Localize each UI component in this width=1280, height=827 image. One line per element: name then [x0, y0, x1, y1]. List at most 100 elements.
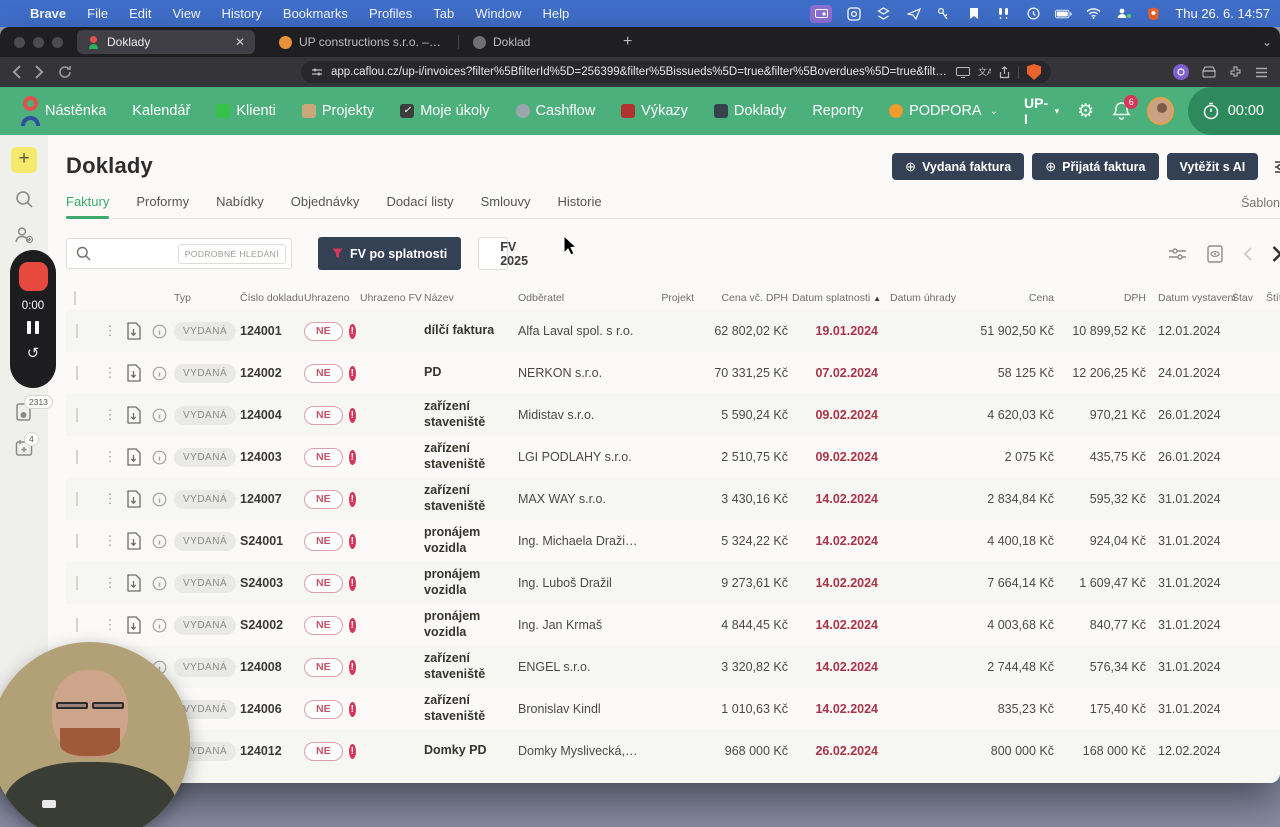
site-settings-icon[interactable]: [311, 67, 323, 77]
tab-list-chevron-icon[interactable]: ⌄: [1262, 35, 1272, 49]
brave-shield-icon[interactable]: 9: [1027, 64, 1041, 80]
advanced-search-button[interactable]: PODROBNÉ HLEDÁNÍ: [177, 243, 286, 264]
download-document-icon[interactable]: [120, 322, 146, 340]
record-icon[interactable]: [1025, 6, 1042, 21]
col-cena-vc-dph[interactable]: Cena vč. DPH: [696, 292, 790, 304]
wifi-icon[interactable]: [1085, 6, 1102, 21]
browser-menu-icon[interactable]: [1255, 67, 1268, 78]
invoice-number[interactable]: 124003: [238, 450, 302, 464]
paid-status-badge[interactable]: NE: [304, 657, 343, 677]
close-tab-icon[interactable]: ✕: [235, 35, 245, 49]
col-datum-vystaveni[interactable]: Datum vystavení: [1148, 292, 1236, 304]
voice-icon[interactable]: [995, 6, 1012, 21]
brave-menubar-icon[interactable]: [1145, 6, 1162, 21]
address-bar[interactable]: app.caflou.cz/up-i/invoices?filter%5Bfil…: [301, 61, 1051, 83]
invoice-name[interactable]: zařízení staveniště: [422, 483, 516, 514]
row-menu-icon[interactable]: ⋮: [100, 491, 120, 507]
nav-item-doklady[interactable]: Doklady: [713, 103, 786, 119]
camera-hub-icon[interactable]: [845, 6, 862, 21]
paid-status-badge[interactable]: NE: [304, 405, 343, 425]
invoice-name[interactable]: pronájem vozidla: [422, 525, 516, 556]
invoice-number[interactable]: S24003: [238, 576, 302, 590]
paid-status-badge[interactable]: NE: [304, 321, 343, 341]
col-uhrazeno[interactable]: Uhrazeno: [302, 292, 358, 304]
settings-gear-icon[interactable]: ⚙: [1077, 100, 1094, 123]
zoom-window-icon[interactable]: [52, 36, 63, 48]
column-settings-icon[interactable]: [1168, 247, 1187, 261]
customer[interactable]: Ing. Luboš Dražil: [516, 576, 640, 590]
row-checkbox[interactable]: [76, 366, 78, 380]
menubar-item[interactable]: History: [221, 6, 261, 21]
invoice-number[interactable]: 124004: [238, 408, 302, 422]
nav-item-klienti[interactable]: Klienti: [216, 103, 276, 119]
customer[interactable]: Bronislav Kindl: [516, 702, 640, 716]
restart-recording-icon[interactable]: ↺: [27, 344, 40, 362]
invoice-number[interactable]: 124008: [238, 660, 302, 674]
col-odberatel[interactable]: Odběratel: [516, 292, 640, 304]
info-icon[interactable]: [146, 534, 172, 549]
customer[interactable]: NERKON s.r.o.: [516, 366, 640, 380]
pause-recording-button[interactable]: [27, 321, 39, 334]
back-button[interactable]: [12, 65, 21, 79]
prev-page-icon[interactable]: [1243, 246, 1252, 261]
row-checkbox[interactable]: [76, 450, 78, 464]
notifications-bell[interactable]: 6: [1112, 95, 1139, 121]
extensions-icon[interactable]: [1229, 65, 1242, 79]
nav-item-moje-koly[interactable]: Moje úkoly: [400, 103, 490, 119]
download-document-icon[interactable]: [120, 364, 146, 382]
col-cena[interactable]: Cena: [948, 292, 1056, 304]
customer[interactable]: ENGEL s.r.o.: [516, 660, 640, 674]
info-icon[interactable]: [146, 450, 172, 465]
screen-sharing-icon[interactable]: [810, 4, 833, 23]
invoice-name[interactable]: zařízení staveniště: [422, 399, 516, 430]
row-checkbox[interactable]: [76, 408, 78, 422]
row-menu-icon[interactable]: ⋮: [100, 533, 120, 549]
table-row[interactable]: ⋮ VYDANÁ S24003 NE! pronájem vozidla Ing. Lub…: [66, 562, 1280, 604]
forward-button[interactable]: [35, 65, 44, 79]
next-page-icon[interactable]: [1272, 245, 1280, 262]
table-row[interactable]: ⋮VYDANÁ124006NE!zařízení staveništěBroni…: [66, 688, 1280, 730]
customer[interactable]: Domky Myslivecká, s.r.o.: [516, 744, 640, 758]
invoice-name[interactable]: zařízení staveniště: [422, 651, 516, 682]
menubar-item[interactable]: Brave: [30, 6, 66, 21]
nav-item-projekty[interactable]: Projekty: [301, 103, 374, 119]
menubar-item[interactable]: Window: [475, 6, 521, 21]
customer[interactable]: LGI PODLAHY s.r.o.: [516, 450, 640, 464]
paid-status-badge[interactable]: NE: [304, 489, 343, 509]
invoice-name[interactable]: pronájem vozidla: [422, 567, 516, 598]
invoice-name[interactable]: Domky PD: [422, 743, 516, 759]
table-row[interactable]: ⋮VYDANÁ124008NE!zařízení staveništěENGEL…: [66, 646, 1280, 688]
download-document-icon[interactable]: [120, 490, 146, 508]
filter-chip-overdue[interactable]: FV po splatnosti: [318, 237, 462, 270]
select-all-checkbox[interactable]: [74, 291, 76, 305]
info-icon[interactable]: [146, 492, 172, 507]
invoice-name[interactable]: zařízení staveniště: [422, 441, 516, 472]
paid-status-badge[interactable]: NE: [304, 447, 343, 467]
issued-invoice-button[interactable]: ⊕ Vydaná faktura: [892, 153, 1025, 180]
col-nazev[interactable]: Název: [422, 292, 516, 304]
fast-user-switch-icon[interactable]: [1115, 6, 1132, 21]
nav-item-kalend-[interactable]: Kalendář: [132, 103, 190, 119]
search-input[interactable]: [91, 246, 178, 261]
tab-historie[interactable]: Historie: [558, 194, 602, 218]
paid-status-badge[interactable]: NE: [304, 741, 343, 761]
menubar-item[interactable]: Edit: [129, 6, 151, 21]
download-document-icon[interactable]: [120, 616, 146, 634]
table-row[interactable]: ⋮ VYDANÁ 124002 NE! PD NERKON s.r.o. 70 331,25…: [66, 352, 1280, 394]
invoice-name[interactable]: pronájem vozidla: [422, 609, 516, 640]
table-row[interactable]: ⋮ VYDANÁ S24001 NE! pronájem vozidla Ing. Mic…: [66, 520, 1280, 562]
row-checkbox[interactable]: [76, 324, 78, 338]
wallet-icon[interactable]: [1202, 66, 1216, 78]
invoice-number[interactable]: 124001: [238, 324, 302, 338]
quick-add-button[interactable]: +: [11, 147, 37, 173]
customer[interactable]: MAX WAY s.r.o.: [516, 492, 640, 506]
invoice-name[interactable]: PD: [422, 365, 516, 381]
invoice-number[interactable]: S24001: [238, 534, 302, 548]
paper-plane-icon[interactable]: [905, 6, 922, 21]
download-document-icon[interactable]: [120, 532, 146, 550]
nav-item-reporty[interactable]: Reporty: [812, 103, 863, 119]
row-checkbox[interactable]: [76, 534, 78, 548]
tab-objedn-vky[interactable]: Objednávky: [291, 194, 360, 218]
info-icon[interactable]: [146, 324, 172, 339]
info-icon[interactable]: [146, 576, 172, 591]
